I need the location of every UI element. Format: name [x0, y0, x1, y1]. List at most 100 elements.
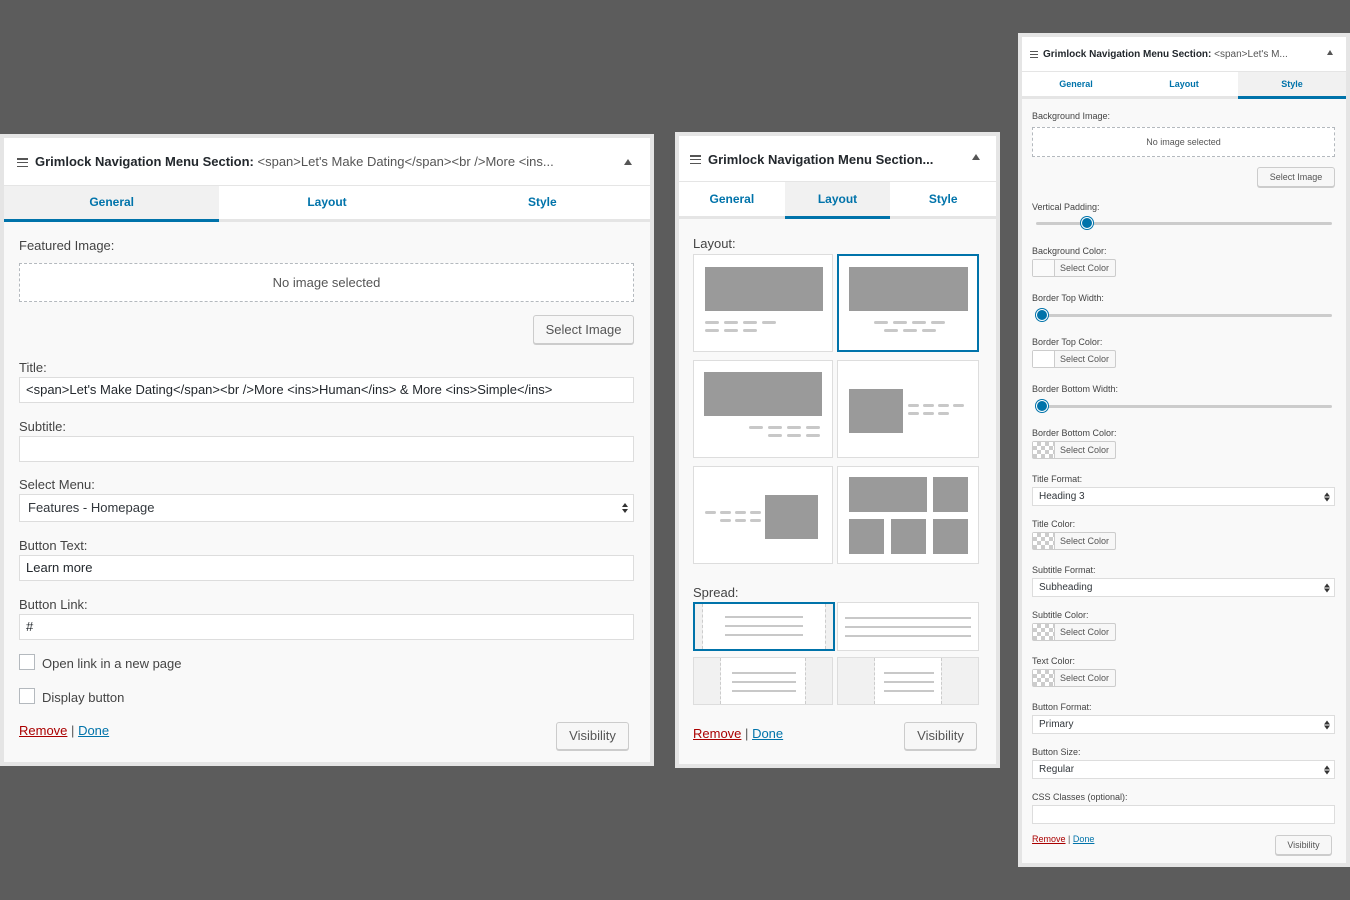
- tab-layout[interactable]: Layout: [784, 182, 891, 219]
- widget-title: Grimlock Navigation Menu Section: <span>…: [1043, 49, 1288, 60]
- button-size-select[interactable]: Regular: [1032, 760, 1335, 779]
- spread-line: [845, 626, 971, 628]
- layout-text-line: [938, 404, 949, 407]
- button-format-select[interactable]: Primary: [1032, 715, 1335, 734]
- layout-text-line: [893, 321, 907, 324]
- visibility-button[interactable]: Visibility: [556, 722, 629, 750]
- tab-style[interactable]: Style: [890, 182, 996, 216]
- border-bottom-color-picker[interactable]: Select Color: [1032, 441, 1116, 459]
- css-classes-input[interactable]: [1032, 805, 1335, 824]
- tab-layout[interactable]: Layout: [1130, 72, 1238, 96]
- done-link[interactable]: Done: [752, 726, 783, 741]
- button-link-input[interactable]: #: [19, 614, 634, 640]
- border-bottom-width-label: Border Bottom Width:: [1032, 384, 1119, 394]
- remove-link[interactable]: Remove: [693, 726, 741, 741]
- vertical-padding-handle[interactable]: [1081, 217, 1093, 229]
- spread-label: Spread:: [693, 585, 739, 600]
- spread-option-1[interactable]: [693, 602, 835, 651]
- collapse-caret-icon[interactable]: [624, 159, 632, 165]
- visibility-button[interactable]: Visibility: [1275, 835, 1332, 855]
- widget-panel-style: Grimlock Navigation Menu Section: <span>…: [1018, 33, 1350, 867]
- layout-text-line: [908, 404, 919, 407]
- layout-image-shape: [704, 372, 822, 416]
- actions-separator: |: [1068, 834, 1071, 844]
- spread-line: [725, 634, 803, 636]
- layout-option-5[interactable]: [693, 466, 833, 564]
- visibility-button[interactable]: Visibility: [904, 722, 977, 750]
- title-color-picker[interactable]: Select Color: [1032, 532, 1116, 550]
- widget-header[interactable]: Grimlock Navigation Menu Section...: [679, 136, 996, 182]
- spread-gutter: [825, 604, 833, 649]
- layout-text-line: [938, 412, 949, 415]
- title-format-value: Heading 3: [1039, 491, 1085, 502]
- title-input[interactable]: <span>Let's Make Dating</span><br />More…: [19, 377, 634, 403]
- vertical-padding-label: Vertical Padding:: [1032, 202, 1100, 212]
- subtitle-input[interactable]: [19, 436, 634, 462]
- button-text-input[interactable]: Learn more: [19, 555, 634, 581]
- border-bottom-width-handle[interactable]: [1036, 400, 1048, 412]
- remove-link[interactable]: Remove: [19, 723, 67, 738]
- done-link[interactable]: Done: [78, 723, 109, 738]
- border-bottom-width-slider[interactable]: [1036, 405, 1332, 408]
- color-swatch: [1033, 260, 1055, 276]
- layout-text-line: [806, 434, 820, 437]
- layout-text-line: [705, 511, 716, 514]
- layout-option-4[interactable]: [837, 360, 979, 458]
- button-format-value: Primary: [1039, 719, 1074, 730]
- subtitle-color-label: Subtitle Color:: [1032, 610, 1089, 620]
- panel-body: Grimlock Navigation Menu Section: <span>…: [4, 138, 650, 762]
- layout-grid-cell: [891, 519, 926, 554]
- subtitle-format-select[interactable]: Subheading: [1032, 578, 1335, 597]
- tab-general[interactable]: General: [679, 182, 785, 216]
- layout-text-line: [735, 519, 746, 522]
- tab-layout[interactable]: Layout: [219, 186, 434, 219]
- border-top-width-handle[interactable]: [1036, 309, 1048, 321]
- collapse-caret-icon[interactable]: [1327, 50, 1333, 55]
- spread-line: [732, 672, 796, 674]
- featured-image-dropzone[interactable]: No image selected: [19, 263, 634, 302]
- layout-option-3[interactable]: [693, 360, 833, 458]
- border-top-width-slider[interactable]: [1036, 314, 1332, 317]
- layout-option-6[interactable]: [837, 466, 979, 564]
- widget-header[interactable]: Grimlock Navigation Menu Section: <span>…: [4, 138, 650, 186]
- widget-header[interactable]: Grimlock Navigation Menu Section: <span>…: [1022, 37, 1346, 72]
- tab-general[interactable]: General: [1022, 72, 1130, 96]
- bg-image-label: Background Image:: [1032, 111, 1111, 121]
- select-image-button[interactable]: Select Image: [1257, 167, 1335, 187]
- layout-grid-cell: [933, 519, 968, 554]
- tab-style[interactable]: Style: [1238, 72, 1346, 99]
- featured-image-label: Featured Image:: [19, 238, 115, 253]
- layout-text-line: [749, 426, 763, 429]
- spread-option-4[interactable]: [837, 657, 979, 705]
- button-size-value: Regular: [1039, 764, 1075, 775]
- subtitle-color-picker[interactable]: Select Color: [1032, 623, 1116, 641]
- tab-bar: General Layout Style: [679, 182, 996, 219]
- open-new-page-checkbox[interactable]: [19, 654, 35, 670]
- select-image-button[interactable]: Select Image: [533, 315, 634, 344]
- remove-link[interactable]: Remove: [1032, 834, 1066, 844]
- title-format-select[interactable]: Heading 3: [1032, 487, 1335, 506]
- layout-text-line: [923, 404, 934, 407]
- display-button-checkbox[interactable]: [19, 688, 35, 704]
- tab-style[interactable]: Style: [435, 186, 650, 219]
- layout-option-2[interactable]: [837, 254, 979, 352]
- layout-option-1[interactable]: [693, 254, 833, 352]
- layout-text-line: [768, 434, 782, 437]
- spread-option-2[interactable]: [837, 602, 979, 651]
- border-top-color-picker[interactable]: Select Color: [1032, 350, 1116, 368]
- bg-color-picker[interactable]: Select Color: [1032, 259, 1116, 277]
- spread-line: [884, 681, 934, 683]
- text-color-picker[interactable]: Select Color: [1032, 669, 1116, 687]
- layout-label: Layout:: [693, 236, 736, 251]
- select-color-label: Select Color: [1060, 445, 1110, 455]
- layout-grid-cell: [849, 519, 884, 554]
- menu-select[interactable]: Features - Homepage: [19, 494, 634, 522]
- spread-option-3[interactable]: [693, 657, 833, 705]
- layout-text-line: [787, 426, 801, 429]
- bg-image-dropzone[interactable]: No image selected: [1032, 127, 1335, 157]
- widget-title: Grimlock Navigation Menu Section: <span>…: [35, 154, 554, 169]
- done-link[interactable]: Done: [1073, 834, 1095, 844]
- collapse-caret-icon[interactable]: [972, 154, 980, 160]
- tab-general[interactable]: General: [4, 186, 220, 222]
- layout-text-line: [908, 412, 919, 415]
